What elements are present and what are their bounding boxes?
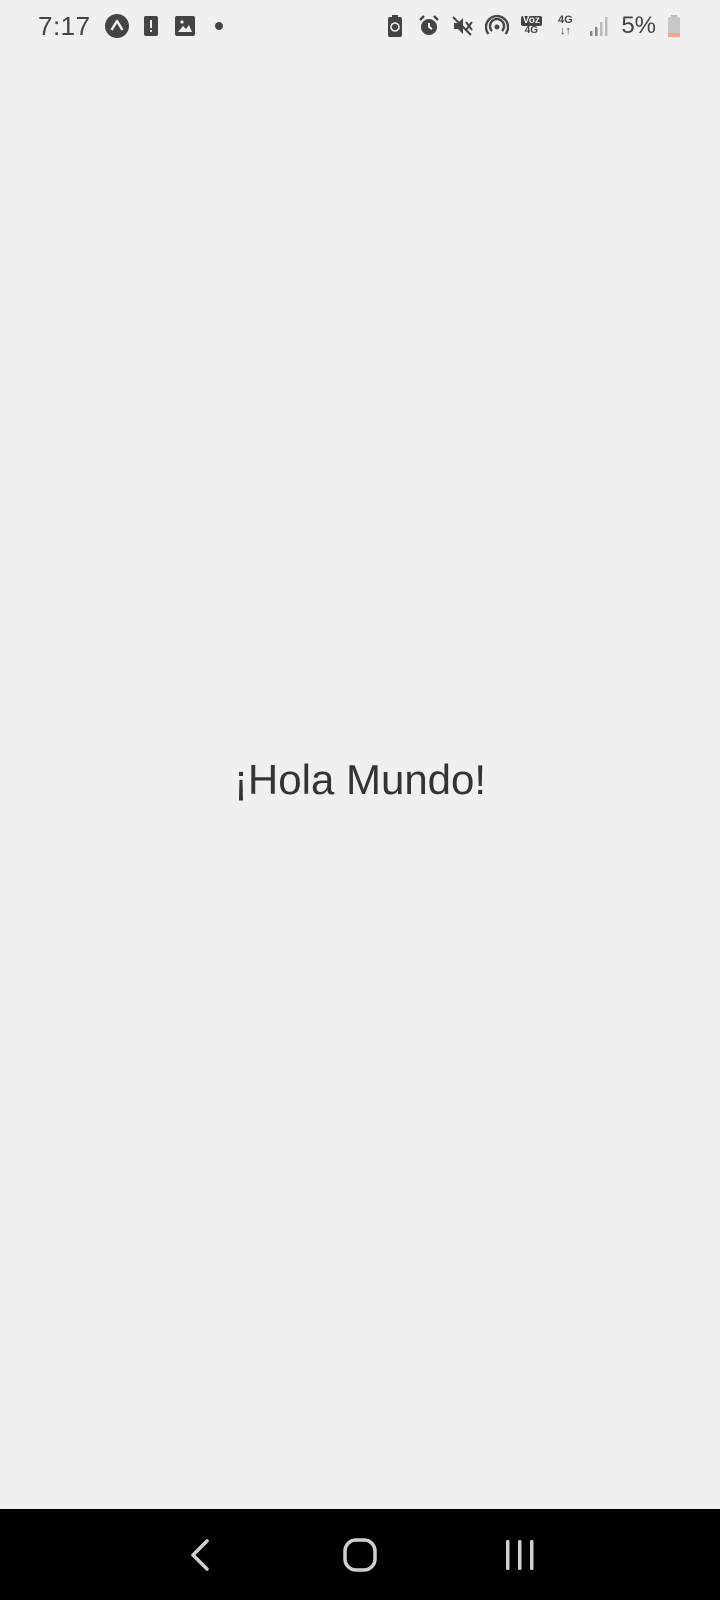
expo-icon (104, 14, 129, 38)
notification-dot (214, 22, 223, 30)
back-icon (191, 1538, 209, 1571)
battery-saver-icon (383, 14, 407, 38)
alert-icon (139, 14, 163, 38)
network-4g-icon: 4G ↓↑ (553, 14, 577, 38)
navigation-bar (0, 1509, 720, 1600)
data-arrows: ↓↑ (559, 25, 571, 37)
back-button[interactable] (170, 1525, 230, 1585)
recents-icon (506, 1539, 534, 1570)
image-icon (173, 14, 197, 38)
app-content: ¡Hola Mundo! (0, 52, 720, 1509)
home-icon (343, 1537, 377, 1572)
battery-icon (666, 14, 682, 38)
signal-icon (587, 14, 611, 38)
volte-bottom-label: 4G (524, 25, 538, 36)
alarm-icon (417, 14, 441, 38)
phone-screen: 7:17 Voz 4G 4G ↓↑ 5% ¡Hola Mundo! (0, 0, 720, 1600)
hotspot-icon (485, 14, 510, 38)
clock: 7:17 (38, 10, 91, 41)
status-bar-right: Voz 4G 4G ↓↑ 5% (383, 12, 682, 40)
greeting-text: ¡Hola Mundo! (233, 756, 487, 803)
status-bar: 7:17 Voz 4G 4G ↓↑ 5% (0, 0, 720, 52)
mute-icon (451, 14, 475, 38)
volte-icon: Voz 4G (519, 14, 543, 38)
recents-button[interactable] (490, 1525, 550, 1585)
status-bar-left: 7:17 (38, 11, 223, 42)
home-button[interactable] (330, 1525, 390, 1585)
battery-percent: 5% (621, 12, 656, 39)
